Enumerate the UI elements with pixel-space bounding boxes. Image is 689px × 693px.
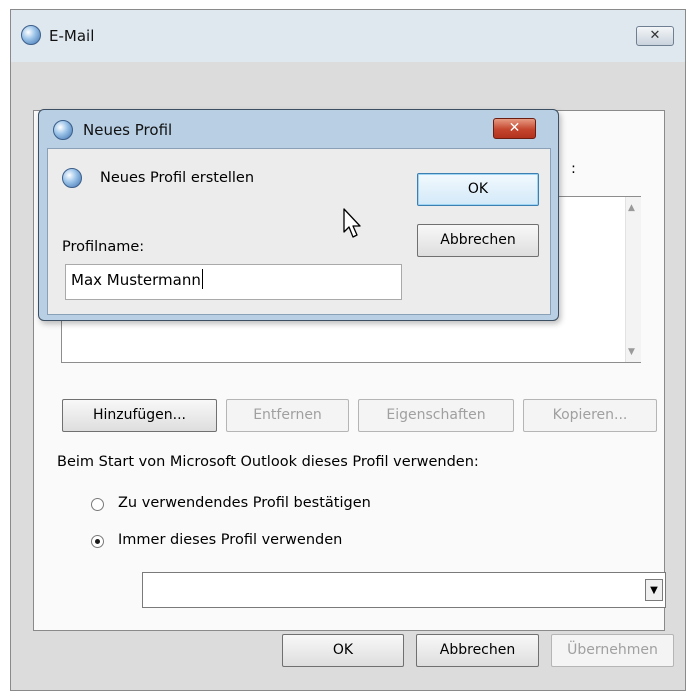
radio-always-option[interactable]: Immer dieses Profil verwenden	[91, 532, 371, 554]
radio-prompt-option[interactable]: Zu verwendendes Profil bestätigen	[91, 495, 371, 517]
profile-select[interactable]: ▼	[142, 572, 666, 608]
close-button[interactable]: ✕	[636, 26, 674, 46]
radio-always-label: Immer dieses Profil verwenden	[118, 532, 343, 548]
window-title: E-Mail	[49, 27, 95, 45]
new-profile-dialog: Neues Profil ✕ Neues Profil erstellen Pr…	[38, 109, 559, 321]
dialog-close-button[interactable]: ✕	[493, 118, 536, 139]
scroll-down-icon[interactable]: ▼	[628, 347, 635, 357]
dialog-cancel-button[interactable]: Abbrechen	[417, 224, 539, 257]
cancel-button[interactable]: Abbrechen	[416, 634, 539, 667]
properties-button[interactable]: Eigenschaften	[358, 399, 514, 432]
close-icon: ✕	[508, 120, 521, 136]
copy-button[interactable]: Kopieren...	[523, 399, 657, 432]
add-button[interactable]: Hinzufügen...	[62, 399, 217, 432]
radio-prompt[interactable]	[91, 498, 104, 511]
dialog-body: Neues Profil erstellen Profilname: Max M…	[47, 148, 551, 315]
close-icon: ✕	[649, 28, 661, 43]
list-scrollbar[interactable]: ▲ ▼	[625, 197, 641, 362]
dialog-ok-button[interactable]: OK	[417, 173, 539, 206]
mail-profile-icon	[21, 25, 41, 45]
remove-button[interactable]: Entfernen	[226, 399, 349, 432]
mail-profile-icon	[53, 120, 73, 140]
partial-label: :	[571, 161, 576, 177]
mail-profile-icon	[62, 168, 82, 188]
apply-button[interactable]: Übernehmen	[551, 634, 674, 667]
profile-name-input[interactable]: Max Mustermann	[65, 264, 402, 300]
startup-label: Beim Start von Microsoft Outlook dieses …	[57, 454, 479, 470]
radio-always[interactable]	[91, 535, 104, 548]
mouse-pointer-icon	[343, 208, 361, 238]
dialog-title-bar: Neues Profil ✕	[39, 110, 558, 148]
radio-prompt-label: Zu verwendendes Profil bestätigen	[118, 495, 371, 511]
scroll-up-icon[interactable]: ▲	[628, 203, 635, 213]
dialog-heading: Neues Profil erstellen	[100, 170, 255, 186]
dialog-title: Neues Profil	[83, 121, 173, 139]
dropdown-arrow-icon[interactable]: ▼	[645, 579, 663, 601]
text-caret	[201, 269, 203, 289]
profile-name-label: Profilname:	[62, 239, 145, 255]
ok-button[interactable]: OK	[282, 634, 404, 667]
title-bar: E-Mail ✕	[11, 10, 685, 62]
profile-name-value: Max Mustermann	[71, 271, 201, 289]
